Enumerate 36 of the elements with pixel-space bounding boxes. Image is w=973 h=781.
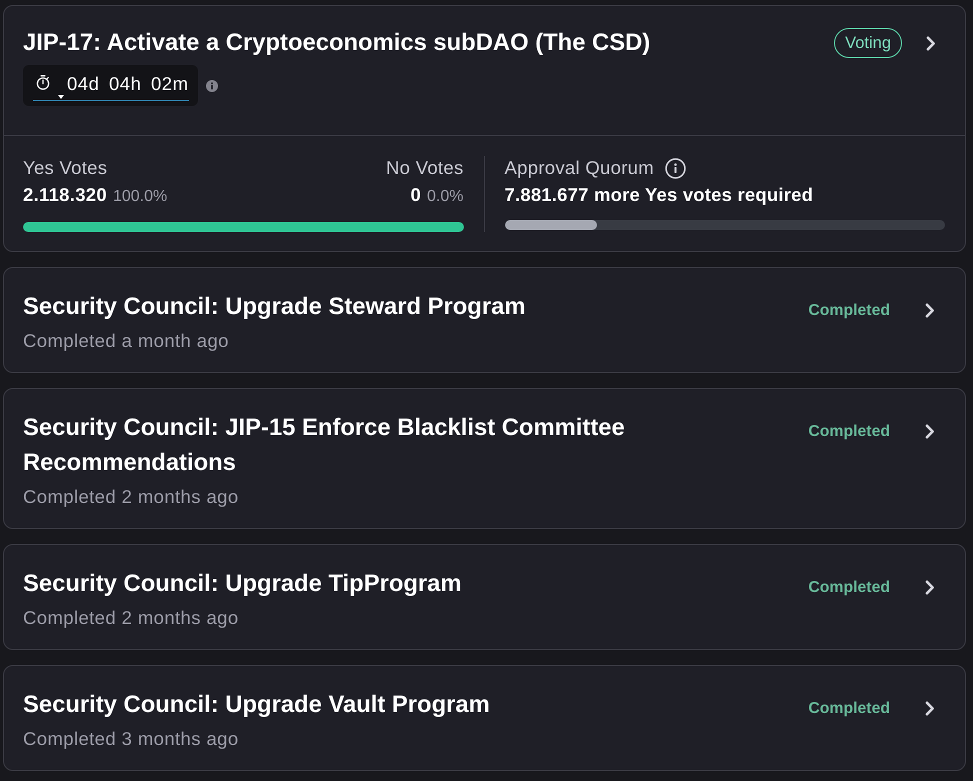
chevron-right-icon: [926, 36, 936, 50]
proposal-card[interactable]: JIP-17: Activate a Cryptoeconomics subDAO (The CSD) Voting 04d 04h 02m Yes Votes 2.118.320 100.0% No Votes 0 0.0% Approval Quorum 7.881.677 more Yes votes required: [3, 5, 966, 252]
yes-percent: 100.0%: [112, 187, 168, 207]
proposal-subtitle: Completed 3 months ago: [23, 727, 240, 751]
proposal-card[interactable]: Security Council: JIP-15 Enforce Blacklist Committee Recommendations Completed 2 months ago Completed: [3, 388, 966, 529]
proposal-card[interactable]: Security Council: Upgrade Vault Program Completed 3 months ago Completed: [3, 665, 966, 771]
chevron-right-icon: [925, 580, 935, 595]
no-count: 0: [410, 183, 422, 207]
status-label: Completed: [808, 700, 890, 718]
chevron-right-icon: [925, 701, 935, 716]
proposal-card[interactable]: Security Council: Upgrade Steward Program Completed a month ago Completed: [3, 267, 966, 373]
status-label: Completed: [808, 578, 890, 596]
info-icon[interactable]: [664, 158, 686, 178]
chevron-right-icon: [925, 424, 935, 439]
status-label: Completed: [808, 422, 890, 440]
proposal-title: Security Council: JIP-15 Enforce Blacklist Committee Recommendations: [23, 413, 626, 478]
proposal-title: JIP-17: Activate a Cryptoeconomics subDAO (The CSD): [23, 28, 652, 58]
quorum-label: Approval Quorum: [504, 156, 654, 180]
stopwatch-icon: [36, 75, 50, 90]
proposal-title: Security Council: Upgrade Steward Program: [23, 292, 526, 322]
proposal-title: Security Council: Upgrade Vault Program: [23, 690, 491, 720]
no-percent: 0.0%: [427, 187, 464, 207]
proposal-subtitle: Completed 2 months ago: [23, 606, 240, 630]
proposal-subtitle: Completed 2 months ago: [23, 485, 240, 509]
yes-votes-label: Yes Votes: [23, 156, 108, 180]
countdown-text: 04d 04h 02m: [67, 72, 189, 96]
status-badge: Voting: [834, 28, 902, 58]
no-votes-label: No Votes: [386, 156, 464, 180]
caret-icon: [58, 95, 64, 99]
quorum-note: 7.881.677 more Yes votes required: [504, 183, 814, 207]
yes-count: 2.118.320: [23, 183, 107, 207]
status-label: Completed: [808, 302, 890, 320]
proposal-subtitle: Completed a month ago: [23, 329, 230, 353]
chevron-right-icon: [925, 303, 935, 318]
proposal-card[interactable]: Security Council: Upgrade TipProgram Completed 2 months ago Completed: [3, 544, 966, 650]
proposal-title: Security Council: Upgrade TipProgram: [23, 569, 463, 599]
